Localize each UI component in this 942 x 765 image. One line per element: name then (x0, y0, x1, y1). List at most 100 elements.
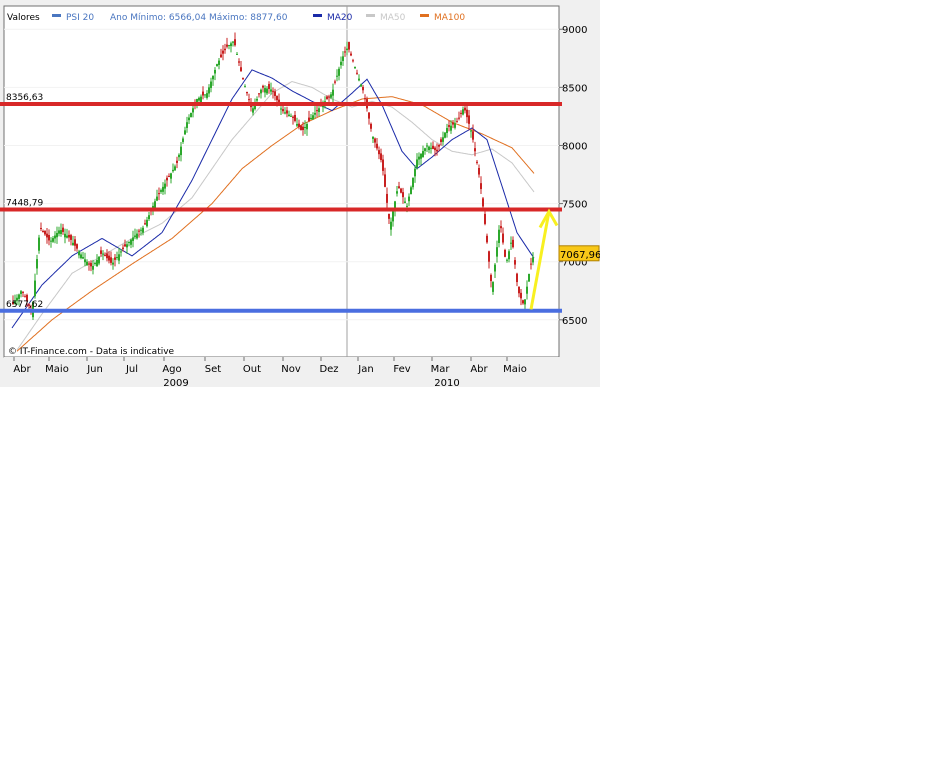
candle-body (444, 132, 446, 138)
x-tick-label: Ago (162, 364, 181, 375)
candle-body (262, 85, 264, 88)
candle-body (230, 43, 232, 47)
candle-body (490, 274, 492, 282)
candle-body (206, 93, 208, 98)
candle-body (352, 60, 354, 62)
candle-body (142, 227, 144, 233)
candle-body (364, 98, 366, 100)
candle-body (422, 151, 424, 158)
candle-body (136, 233, 138, 239)
candle-body (406, 205, 408, 207)
candle-body (350, 53, 352, 56)
candle-body (18, 294, 20, 299)
candle-body (296, 123, 298, 126)
candle-body (420, 153, 422, 159)
candle-body (488, 251, 490, 262)
candle-body (220, 54, 222, 58)
candle-body (74, 239, 76, 246)
candle-body (450, 125, 452, 131)
candle-body (500, 226, 502, 229)
candle-body (400, 188, 402, 193)
candle-body (412, 178, 414, 188)
chart-container: 6500 7000 7500 8000 8500 9000 Abr Maio Jun Jul Ag… (0, 0, 600, 387)
candle-body (186, 122, 188, 128)
candle-body (248, 99, 250, 101)
candle-body (492, 282, 494, 292)
candle-body (414, 168, 416, 177)
candle-body (252, 108, 254, 113)
candle-body (148, 215, 150, 220)
year-label: 2009 (163, 378, 188, 387)
candle-body (60, 230, 62, 234)
candle-body (354, 67, 356, 69)
candle-body (20, 291, 22, 294)
candle-body (90, 263, 92, 267)
y-tick-label: 7500 (562, 200, 587, 211)
candle-body (302, 126, 304, 131)
candle-body (224, 48, 226, 51)
candle-body (208, 87, 210, 94)
y-tick-label: 9000 (562, 25, 587, 36)
candle-body (496, 247, 498, 257)
candle-body (100, 250, 102, 254)
candle-body (362, 86, 364, 91)
candle-body (518, 286, 520, 294)
candle-body (374, 138, 376, 143)
candle-body (398, 186, 400, 189)
candle-body (164, 183, 166, 189)
candle-body (126, 244, 128, 248)
candle-body (314, 112, 316, 115)
candle-body (448, 125, 450, 127)
candle-body (294, 114, 296, 121)
candle-body (270, 89, 272, 92)
candle-body (470, 130, 472, 132)
candle-body (498, 229, 500, 243)
candle-body (516, 273, 518, 283)
candle-body (184, 130, 186, 135)
y-tick-label: 6500 (562, 316, 587, 327)
candle-body (54, 235, 56, 239)
candle-body (528, 273, 530, 282)
candle-body (462, 109, 464, 115)
candle-body (392, 211, 394, 222)
candle-body (266, 88, 268, 94)
candle-body (368, 112, 370, 119)
candle-body (452, 122, 454, 125)
candle-body (510, 242, 512, 244)
candle-body (138, 230, 140, 232)
candle-body (288, 114, 290, 117)
x-tick-label: Abr (470, 364, 488, 375)
candle-body (246, 92, 248, 94)
candle-body (386, 193, 388, 203)
candle-body (524, 299, 526, 305)
candle-body (292, 116, 294, 118)
candle-body (178, 154, 180, 158)
candle-body (212, 75, 214, 80)
legend-min-max: Ano Mínimo: 6566,04 Máximo: 8877,60 (110, 13, 288, 23)
candle-body (102, 253, 104, 255)
candle-body (96, 259, 98, 267)
candle-body (344, 51, 346, 53)
candle-body (124, 244, 126, 247)
candle-body (130, 239, 132, 245)
candle-body (122, 247, 124, 249)
copyright-text: © IT-Finance.com - Data is indicative (8, 347, 175, 357)
candle-body (108, 255, 110, 261)
candle-body (94, 262, 96, 264)
candle-body (92, 265, 94, 270)
candle-body (36, 259, 38, 269)
legend: Valores PSI 20 Ano Mínimo: 6566,04 Máxim… (7, 13, 465, 23)
level-label: 6577,62 (6, 300, 43, 310)
candle-body (480, 183, 482, 190)
candle-body (474, 148, 476, 152)
x-tick-label: Jun (86, 364, 103, 375)
candle-body (174, 166, 176, 171)
candle-body (98, 256, 100, 264)
candle-body (236, 53, 238, 55)
candle-body (520, 292, 522, 299)
candle-body (200, 96, 202, 103)
candle-body (446, 128, 448, 134)
candle-body (260, 89, 262, 94)
candle-body (504, 249, 506, 257)
candle-body (34, 280, 36, 297)
